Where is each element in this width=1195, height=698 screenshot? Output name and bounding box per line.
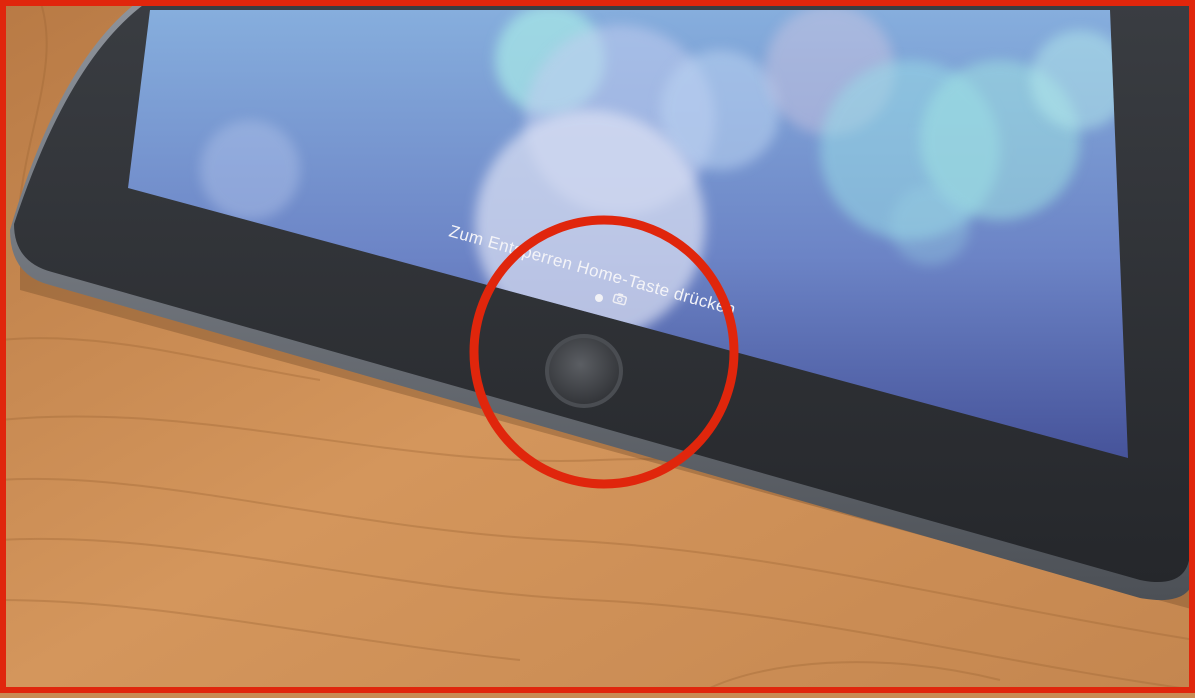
photo-scene: Zum Entsperren Home-Taste drücken xyxy=(0,0,1195,694)
page-indicator-dot xyxy=(595,294,603,302)
home-button[interactable] xyxy=(545,334,623,408)
scene-svg: Zum Entsperren Home-Taste drücken xyxy=(0,0,1195,694)
home-button-face xyxy=(549,338,619,404)
